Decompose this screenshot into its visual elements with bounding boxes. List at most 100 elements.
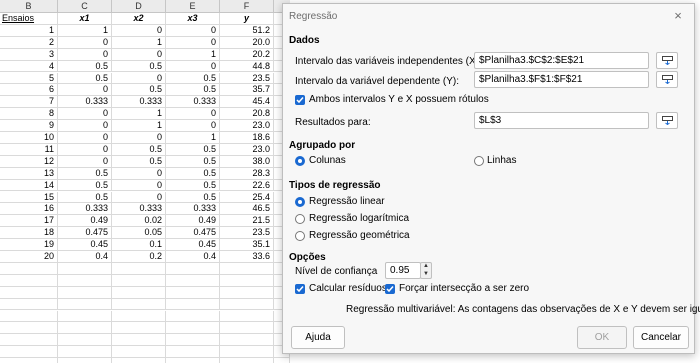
table-cell[interactable]: 0.5 — [166, 191, 220, 204]
table-cell[interactable] — [220, 262, 274, 275]
table-cell[interactable]: 22.6 — [220, 179, 274, 192]
table-cell[interactable]: 20.2 — [220, 48, 274, 61]
table-cell[interactable]: 0 — [166, 24, 220, 37]
table-cell[interactable]: 28.3 — [220, 167, 274, 180]
table-cell[interactable]: 23.0 — [220, 120, 274, 132]
radio-linhas[interactable] — [474, 156, 484, 166]
cancel-button[interactable]: Cancelar — [633, 326, 689, 349]
close-icon[interactable]: × — [670, 8, 686, 24]
table-cell[interactable]: 0 — [58, 143, 112, 156]
table-cell[interactable]: 7 — [0, 96, 58, 109]
radio-linhas-label[interactable]: Linhas — [487, 155, 516, 166]
residuals-checkbox-label[interactable]: Calcular resíduos — [309, 283, 387, 294]
table-cell[interactable] — [0, 322, 58, 335]
radio-regressao-logaritmica-label[interactable]: Regressão logarítmica — [309, 213, 409, 224]
labels-checkbox[interactable] — [295, 95, 305, 105]
table-cell[interactable] — [0, 274, 58, 287]
y-range-shrink-button[interactable] — [656, 71, 678, 88]
table-cell[interactable]: 0 — [112, 48, 166, 61]
table-cell[interactable]: 0.49 — [58, 215, 112, 228]
table-cell[interactable]: 0.5 — [166, 72, 220, 85]
x-range-shrink-button[interactable] — [656, 52, 678, 69]
table-cell[interactable]: 0.333 — [166, 96, 220, 109]
column-header-f[interactable]: F — [220, 0, 274, 13]
table-cell[interactable]: 0 — [112, 72, 166, 85]
table-cell[interactable] — [220, 358, 274, 363]
table-cell[interactable]: 18.6 — [220, 132, 274, 144]
table-cell[interactable] — [112, 262, 166, 275]
table-cell[interactable]: 0.5 — [112, 155, 166, 168]
column-header-b[interactable]: B — [0, 0, 58, 13]
table-cell[interactable] — [220, 310, 274, 323]
table-cell[interactable]: 25.4 — [220, 191, 274, 204]
results-shrink-button[interactable] — [656, 112, 678, 129]
table-cell[interactable]: 0 — [166, 60, 220, 73]
table-cell[interactable] — [112, 298, 166, 311]
table-cell[interactable]: 0 — [166, 36, 220, 49]
table-cell[interactable]: 2 — [0, 36, 58, 49]
table-cell[interactable] — [112, 334, 166, 347]
table-cell[interactable]: 0.5 — [58, 60, 112, 73]
table-cell[interactable] — [112, 310, 166, 323]
table-cell[interactable]: x1 — [58, 13, 112, 25]
table-cell[interactable]: 21.5 — [220, 215, 274, 228]
radio-regressao-geometrica-label[interactable]: Regressão geométrica — [309, 230, 410, 241]
table-cell[interactable] — [274, 358, 290, 363]
table-cell[interactable]: 1 — [166, 132, 220, 144]
table-cell[interactable] — [0, 262, 58, 275]
table-cell[interactable] — [0, 298, 58, 311]
table-cell[interactable]: 19 — [0, 239, 58, 251]
x-range-field[interactable]: $Planilha3.$C$2:$E$21 — [474, 52, 649, 69]
table-cell[interactable]: 0.5 — [58, 179, 112, 192]
table-cell[interactable]: 0 — [112, 132, 166, 144]
table-cell[interactable] — [220, 346, 274, 359]
results-field[interactable]: $L$3 — [474, 112, 649, 129]
table-cell[interactable]: 1 — [112, 36, 166, 49]
table-cell[interactable]: 13 — [0, 167, 58, 180]
table-cell[interactable]: 35.7 — [220, 84, 274, 97]
table-cell[interactable]: 0.5 — [58, 191, 112, 204]
table-cell[interactable]: Ensaios — [0, 13, 58, 25]
table-cell[interactable] — [166, 262, 220, 275]
table-cell[interactable]: x3 — [166, 13, 220, 25]
table-cell[interactable]: 16 — [0, 203, 58, 216]
table-cell[interactable]: 0.2 — [112, 251, 166, 263]
column-header-e[interactable]: E — [166, 0, 220, 13]
table-cell[interactable]: 45.4 — [220, 96, 274, 109]
table-cell[interactable] — [112, 286, 166, 299]
table-cell[interactable]: 1 — [58, 24, 112, 37]
radio-colunas-label[interactable]: Colunas — [309, 155, 346, 166]
table-cell[interactable]: 0.5 — [166, 143, 220, 156]
table-cell[interactable]: 0.49 — [166, 215, 220, 228]
table-cell[interactable]: 33.6 — [220, 251, 274, 263]
table-cell[interactable]: 6 — [0, 84, 58, 97]
table-cell[interactable]: 0.5 — [112, 84, 166, 97]
table-cell[interactable] — [58, 322, 112, 335]
column-header-d[interactable]: D — [112, 0, 166, 13]
table-cell[interactable]: 1 — [0, 24, 58, 37]
table-cell[interactable]: 1 — [112, 108, 166, 121]
table-cell[interactable] — [112, 274, 166, 287]
table-cell[interactable]: 0 — [112, 179, 166, 192]
table-cell[interactable]: 0.4 — [58, 251, 112, 263]
table-cell[interactable]: 0 — [58, 36, 112, 49]
table-cell[interactable] — [112, 322, 166, 335]
table-cell[interactable] — [58, 262, 112, 275]
table-cell[interactable] — [166, 334, 220, 347]
table-cell[interactable]: 23.5 — [220, 72, 274, 85]
zero-intercept-checkbox-label[interactable]: Forçar intersecção a ser zero — [399, 283, 529, 294]
table-cell[interactable]: 0.475 — [166, 227, 220, 240]
table-cell[interactable]: 14 — [0, 179, 58, 192]
residuals-checkbox[interactable] — [295, 284, 305, 294]
table-cell[interactable]: 0.4 — [166, 251, 220, 263]
table-cell[interactable] — [58, 334, 112, 347]
table-cell[interactable]: 0.5 — [166, 155, 220, 168]
confidence-field[interactable]: 0.95 — [385, 262, 421, 279]
table-cell[interactable]: 0.5 — [166, 167, 220, 180]
confidence-spinner[interactable]: ▲ ▼ — [420, 262, 432, 279]
table-cell[interactable]: 23.5 — [220, 227, 274, 240]
table-cell[interactable] — [0, 358, 58, 363]
table-cell[interactable]: 11 — [0, 143, 58, 156]
table-cell[interactable]: 0.333 — [58, 96, 112, 109]
table-cell[interactable]: 0.333 — [112, 203, 166, 216]
